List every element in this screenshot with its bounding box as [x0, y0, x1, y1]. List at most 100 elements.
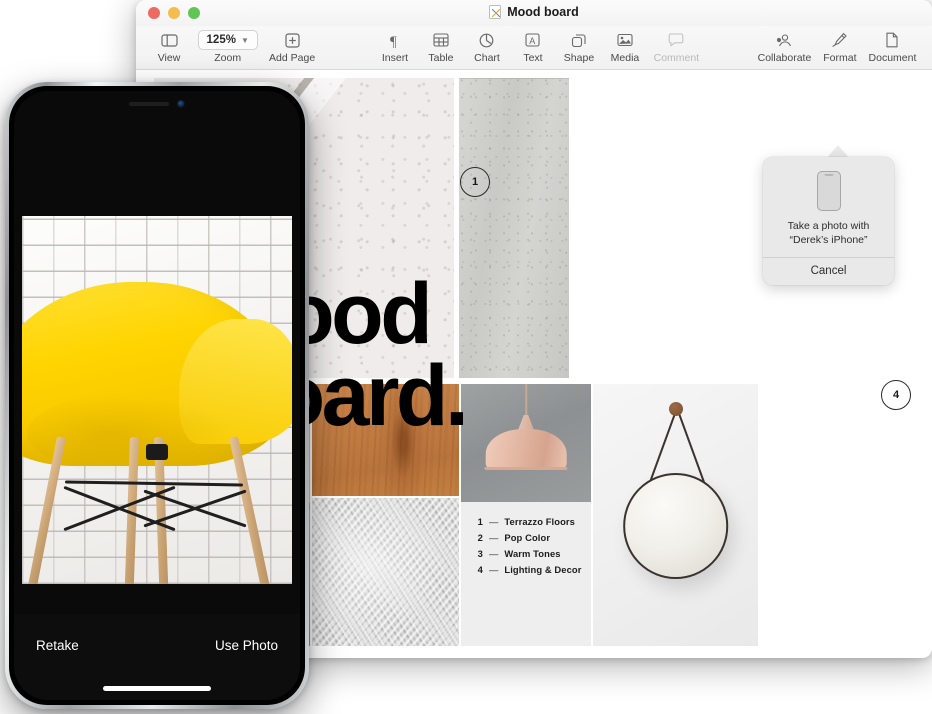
mirror-hook — [668, 402, 683, 417]
window-title: Mood board — [507, 5, 579, 19]
toolbar-item-shape[interactable]: Shape — [556, 28, 602, 64]
document-page-icon — [885, 30, 899, 50]
grey-fur-rug-photo[interactable] — [312, 498, 459, 646]
legend-row: 2 — Pop Color — [475, 532, 582, 543]
popover-message: Take a photo with “Derek’s iPhone” — [773, 219, 884, 247]
toolbar-item-chart[interactable]: Chart — [464, 28, 510, 64]
callout-marker-1[interactable]: 1 — [460, 167, 490, 197]
concrete-wall-strip-photo[interactable] — [459, 78, 569, 378]
popover-arrow — [828, 146, 848, 157]
zoom-value: 125% — [206, 34, 236, 46]
screen-root: Mood board View 125% ▼ Zoom Add Page ¶ I… — [0, 0, 932, 714]
legend-number: 4 — [477, 564, 483, 575]
front-camera-icon — [177, 100, 185, 108]
chair-leg — [229, 435, 271, 584]
toolbar-item-text[interactable]: A Text — [510, 28, 556, 64]
table-grid-icon — [433, 30, 449, 50]
yellow-chair — [22, 216, 292, 584]
yellow-eames-chair-photo[interactable] — [22, 216, 292, 584]
round-hanging-mirror-photo[interactable] — [593, 384, 758, 646]
earpiece-speaker-icon — [129, 102, 169, 106]
toolbar-label-format: Format — [823, 52, 857, 64]
shape-icon — [571, 30, 587, 50]
toolbar-label-document: Document — [868, 52, 917, 64]
toolbar-item-media[interactable]: Media — [602, 28, 648, 64]
legend-label: Warm Tones — [504, 548, 561, 559]
toolbar-label-text: Text — [523, 52, 543, 64]
legend-label: Lighting & Decor — [504, 564, 582, 575]
legend-row: 4 — Lighting & Decor — [475, 564, 582, 575]
toolbar-label-zoom: Zoom — [214, 52, 242, 64]
window-titlebar: Mood board — [136, 0, 932, 26]
popover-message-line-2: “Derek’s iPhone” — [789, 234, 868, 247]
toolbar-item-insert[interactable]: ¶ Insert — [372, 28, 418, 65]
retake-button[interactable]: Retake — [36, 638, 79, 653]
iphone-device: Retake Use Photo — [5, 82, 309, 709]
toolbar-label-table: Table — [428, 52, 454, 64]
pie-chart-icon — [479, 30, 494, 50]
toolbar-label-add-page: Add Page — [269, 52, 316, 64]
plus-square-icon — [284, 30, 300, 50]
toolbar-label-shape: Shape — [563, 52, 595, 64]
toolbar-label-insert: Insert — [381, 52, 409, 64]
sidebar-icon — [160, 30, 178, 50]
home-indicator[interactable] — [103, 686, 211, 691]
legend-dash: — — [489, 516, 499, 527]
toolbar-label-media: Media — [610, 52, 640, 64]
chevron-down-icon: ▼ — [240, 35, 249, 45]
legend-label: Pop Color — [504, 532, 551, 543]
continuity-camera-popover: Take a photo with “Derek’s iPhone” Cance… — [763, 157, 894, 286]
callout-number: 4 — [892, 389, 900, 401]
paintbrush-icon — [831, 30, 848, 50]
toolbar-label-view: View — [157, 52, 181, 64]
camera-preview-controls: Retake Use Photo — [14, 614, 300, 700]
zoom-select[interactable]: 125% ▼ — [197, 30, 258, 50]
toolbar-item-format[interactable]: Format — [817, 28, 863, 64]
svg-text:A: A — [530, 36, 536, 46]
toolbar-label-chart: Chart — [474, 52, 500, 64]
svg-text:¶: ¶ — [390, 34, 397, 48]
toolbar-label-comment: Comment — [653, 52, 700, 64]
iphone-icon — [816, 171, 841, 211]
popover-cancel-button[interactable]: Cancel — [763, 258, 894, 285]
toolbar-item-document[interactable]: Document — [863, 28, 922, 64]
legend-number: 3 — [477, 548, 483, 559]
chair-base-hub — [146, 444, 169, 461]
lamp-cord — [525, 384, 527, 418]
legend-number: 2 — [477, 532, 483, 543]
legend-panel[interactable]: 1 — Terrazzo Floors 2 — Pop Color 3 — Wa… — [461, 502, 591, 646]
iphone-speaker-group — [129, 100, 185, 108]
toolbar-item-view[interactable]: View — [146, 28, 192, 64]
iphone-screen[interactable]: Retake Use Photo — [14, 91, 300, 700]
legend-dash: — — [489, 564, 499, 575]
legend-dash: — — [489, 548, 499, 559]
toolbar: View 125% ▼ Zoom Add Page ¶ Insert Table… — [136, 26, 932, 70]
legend-dash: — — [489, 532, 499, 543]
toolbar-item-add-page[interactable]: Add Page — [263, 28, 320, 64]
text-box-icon: A — [525, 30, 541, 50]
iphone-bezel: Retake Use Photo — [9, 86, 305, 705]
toolbar-label-collaborate: Collaborate — [757, 52, 812, 64]
wood-grain-photo[interactable] — [312, 384, 459, 496]
lamp-rim — [484, 466, 568, 471]
window-title-group: Mood board — [136, 5, 932, 19]
legend-number: 1 — [477, 516, 483, 527]
legend-list: 1 — Terrazzo Floors 2 — Pop Color 3 — Wa… — [475, 516, 582, 580]
speech-bubble-icon — [668, 30, 684, 50]
pink-pendant-lamp-photo[interactable] — [461, 384, 591, 502]
toolbar-item-table[interactable]: Table — [418, 28, 464, 64]
pilcrow-icon: ¶ — [388, 30, 402, 50]
lamp-shade — [485, 428, 567, 469]
popover-body: Take a photo with “Derek’s iPhone” — [763, 157, 894, 257]
photo-icon — [617, 30, 633, 50]
toolbar-item-zoom[interactable]: 125% ▼ Zoom — [192, 28, 263, 64]
keynote-document-icon — [489, 5, 502, 19]
legend-row: 3 — Warm Tones — [475, 548, 582, 559]
chair-wire-brace — [65, 480, 244, 487]
person-add-icon — [775, 30, 793, 50]
use-photo-button[interactable]: Use Photo — [215, 638, 278, 653]
callout-number: 1 — [471, 176, 479, 188]
callout-marker-4[interactable]: 4 — [881, 380, 911, 410]
toolbar-item-collaborate[interactable]: Collaborate — [752, 28, 817, 64]
legend-row: 1 — Terrazzo Floors — [475, 516, 582, 527]
